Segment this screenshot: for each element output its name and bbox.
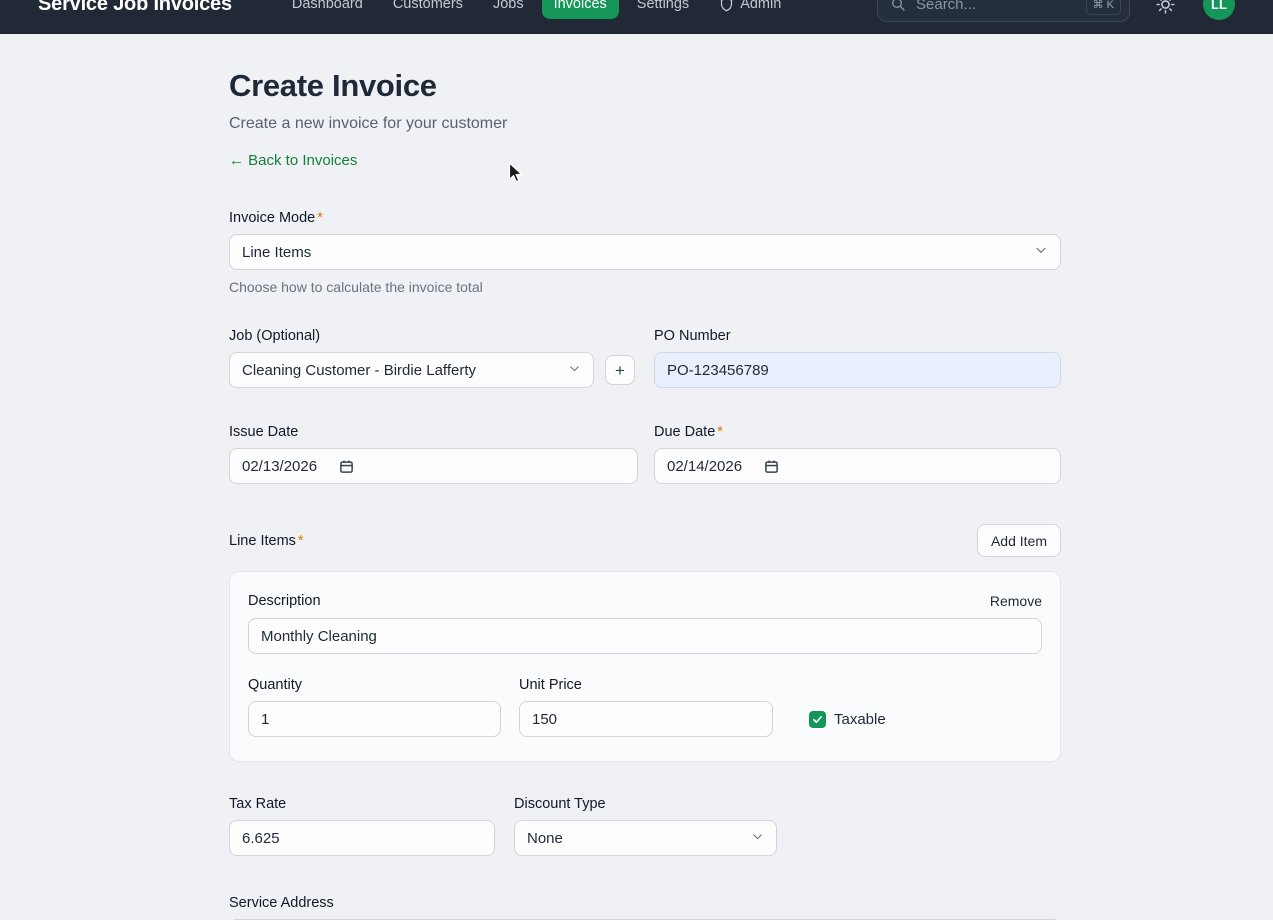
main-nav: Dashboard Customers Jobs Invoices Settin…	[280, 0, 793, 19]
po-number-field: PO Number	[654, 328, 1061, 388]
invoice-mode-select[interactable]: Line Items	[229, 234, 1061, 270]
line-items-label: Line Items*	[229, 533, 304, 549]
taxable-checkbox[interactable]	[809, 711, 826, 728]
job-label: Job (Optional)	[229, 328, 635, 344]
shield-icon	[719, 0, 734, 12]
search-icon	[890, 0, 906, 12]
line-item-card: Description Remove Quantity Unit Price T…	[229, 571, 1061, 762]
page-subtitle: Create a new invoice for your customer	[229, 115, 1061, 133]
due-date-label: Due Date*	[654, 424, 1061, 440]
invoice-mode-label: Invoice Mode*	[229, 210, 1061, 226]
required-asterisk: *	[298, 533, 304, 549]
po-number-input[interactable]	[654, 352, 1061, 388]
global-search[interactable]: Search... ⌘ K	[877, 0, 1130, 22]
search-placeholder: Search...	[916, 0, 1086, 13]
top-nav: Service Job Invoices Dashboard Customers…	[0, 0, 1273, 34]
required-asterisk: *	[717, 424, 723, 440]
discount-type-value: None	[527, 830, 563, 847]
invoice-mode-helper: Choose how to calculate the invoice tota…	[229, 279, 1061, 295]
app-logo[interactable]: Service Job Invoices	[38, 0, 232, 16]
nav-item-admin[interactable]: Admin	[707, 0, 793, 19]
add-item-button[interactable]: Add Item	[977, 524, 1061, 557]
unit-price-input[interactable]	[519, 701, 773, 737]
discount-type-field: Discount Type None	[514, 796, 777, 856]
remove-item-button[interactable]: Remove	[990, 593, 1042, 609]
invoice-mode-section: Invoice Mode* Line Items Choose how to c…	[229, 210, 1061, 295]
tax-rate-input[interactable]	[229, 820, 495, 856]
due-date-input[interactable]: 02/14/2026	[654, 448, 1061, 484]
description-label: Description	[248, 593, 321, 609]
quantity-label: Quantity	[248, 677, 501, 693]
tax-rate-label: Tax Rate	[229, 796, 495, 812]
nav-item-customers[interactable]: Customers	[381, 0, 475, 19]
quantity-field: Quantity	[248, 677, 501, 737]
due-date-value: 02/14/2026	[667, 458, 742, 475]
service-address-label: Service Address	[229, 895, 1061, 911]
calendar-icon[interactable]	[339, 459, 354, 474]
issue-date-value: 02/13/2026	[242, 458, 317, 475]
issue-date-label: Issue Date	[229, 424, 638, 440]
discount-type-label: Discount Type	[514, 796, 777, 812]
add-job-button[interactable]: +	[605, 355, 635, 385]
chevron-down-icon	[751, 830, 764, 847]
calendar-icon[interactable]	[764, 459, 779, 474]
nav-item-dashboard[interactable]: Dashboard	[280, 0, 375, 19]
nav-item-invoices[interactable]: Invoices	[542, 0, 619, 19]
discount-type-select[interactable]: None	[514, 820, 777, 856]
user-avatar[interactable]: LL	[1203, 0, 1235, 20]
nav-item-settings[interactable]: Settings	[625, 0, 701, 19]
taxable-checkbox-group[interactable]: Taxable	[809, 711, 886, 728]
due-date-field: Due Date* 02/14/2026	[654, 424, 1061, 484]
required-asterisk: *	[317, 210, 323, 226]
service-address-field: Service Address	[229, 895, 1061, 920]
sun-icon	[1156, 0, 1175, 14]
page-title: Create Invoice	[229, 68, 1061, 104]
quantity-input[interactable]	[248, 701, 501, 737]
issue-date-field: Issue Date 02/13/2026	[229, 424, 638, 484]
nav-item-jobs[interactable]: Jobs	[481, 0, 536, 19]
chevron-down-icon	[568, 362, 581, 379]
job-field: Job (Optional) Cleaning Customer - Birdi…	[229, 328, 635, 388]
invoice-mode-value: Line Items	[242, 244, 311, 261]
po-number-label: PO Number	[654, 328, 1061, 344]
theme-toggle-button[interactable]	[1156, 0, 1175, 14]
description-input[interactable]	[248, 618, 1042, 654]
search-shortcut-badge: ⌘ K	[1086, 0, 1121, 15]
checkmark-icon	[812, 714, 823, 725]
tax-rate-field: Tax Rate	[229, 796, 495, 856]
unit-price-field: Unit Price	[519, 677, 773, 737]
issue-date-input[interactable]: 02/13/2026	[229, 448, 638, 484]
create-invoice-page: Create Invoice Create a new invoice for …	[229, 34, 1061, 920]
job-select[interactable]: Cleaning Customer - Birdie Lafferty	[229, 352, 594, 388]
back-to-invoices-link[interactable]: ← Back to Invoices	[229, 152, 357, 169]
nav-item-admin-label: Admin	[740, 0, 781, 12]
job-value: Cleaning Customer - Birdie Lafferty	[242, 362, 476, 379]
unit-price-label: Unit Price	[519, 677, 773, 693]
chevron-down-icon	[1034, 243, 1048, 261]
taxable-label: Taxable	[834, 711, 886, 728]
